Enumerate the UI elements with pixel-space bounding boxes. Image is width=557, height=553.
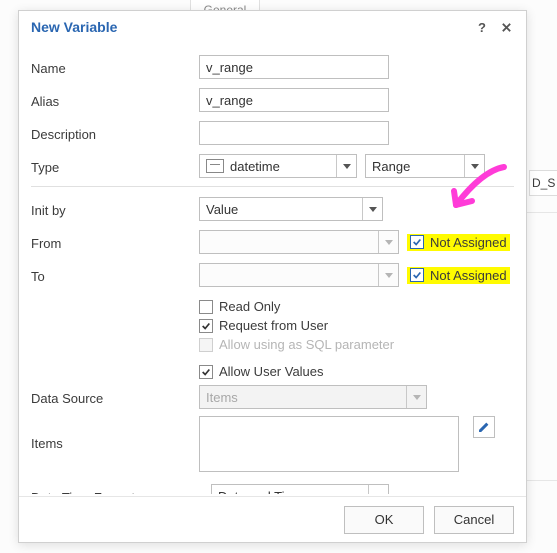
to-not-assigned-label: Not Assigned [430, 268, 507, 283]
type-scope-select[interactable]: Range [365, 154, 485, 178]
datasource-label: Data Source [31, 388, 199, 406]
cancel-label: Cancel [454, 512, 494, 527]
edit-items-button[interactable] [473, 416, 495, 438]
from-not-assigned-checkbox[interactable]: Not Assigned [410, 235, 507, 250]
read-only-label: Read Only [219, 299, 280, 314]
dialog-title: New Variable [31, 19, 117, 35]
dateformat-label: Date Time Format [31, 487, 211, 494]
initby-label: Init by [31, 200, 199, 218]
to-label: To [31, 266, 199, 284]
type-select-value: datetime [230, 159, 280, 174]
initby-select[interactable]: Value [199, 197, 383, 221]
allow-user-values-label: Allow User Values [219, 364, 324, 379]
to-select[interactable] [199, 263, 399, 287]
bg-grid-cell: D_S [529, 170, 557, 196]
separator [31, 186, 514, 187]
allow-sql-label: Allow using as SQL parameter [219, 337, 394, 352]
dateformat-select[interactable]: Date and Time [211, 484, 389, 494]
allow-user-values-checkbox[interactable]: Allow User Values [199, 364, 514, 379]
type-select[interactable]: datetime [199, 154, 357, 178]
from-select[interactable] [199, 230, 399, 254]
new-variable-dialog: New Variable ? Name Alias Description Ty… [18, 10, 527, 543]
type-scope-value: Range [372, 159, 410, 174]
cancel-button[interactable]: Cancel [434, 506, 514, 534]
description-input[interactable] [199, 121, 389, 145]
dialog-body: Name Alias Description Type datetime Ran… [19, 45, 526, 494]
dropdown-icon [336, 155, 356, 177]
read-only-checkbox[interactable]: Read Only [199, 299, 514, 314]
alias-label: Alias [31, 91, 199, 109]
description-label: Description [31, 124, 199, 142]
dropdown-icon [362, 198, 382, 220]
titlebar: New Variable ? [19, 11, 526, 43]
alias-input[interactable] [199, 88, 389, 112]
dropdown-icon [464, 155, 484, 177]
items-label: Items [31, 416, 199, 451]
datetime-icon [206, 159, 224, 173]
ok-button[interactable]: OK [344, 506, 424, 534]
items-textarea[interactable] [199, 416, 459, 472]
name-input[interactable] [199, 55, 389, 79]
dropdown-icon [406, 386, 426, 408]
request-user-label: Request from User [219, 318, 328, 333]
dropdown-icon [378, 264, 398, 286]
close-button[interactable] [496, 17, 516, 37]
allow-sql-checkbox: Allow using as SQL parameter [199, 337, 514, 352]
close-icon [501, 22, 512, 33]
from-not-assigned-label: Not Assigned [430, 235, 507, 250]
dropdown-icon [378, 231, 398, 253]
datasource-value: Items [206, 390, 238, 405]
to-not-assigned-highlight: Not Assigned [407, 267, 510, 284]
type-label: Type [31, 157, 199, 175]
dateformat-value: Date and Time [218, 489, 303, 495]
help-button[interactable]: ? [472, 17, 492, 37]
datasource-select: Items [199, 385, 427, 409]
dialog-footer: OK Cancel [19, 496, 526, 542]
dropdown-icon [368, 485, 388, 494]
name-label: Name [31, 58, 199, 76]
ok-label: OK [375, 512, 394, 527]
from-not-assigned-highlight: Not Assigned [407, 234, 510, 251]
request-user-checkbox[interactable]: Request from User [199, 318, 514, 333]
from-label: From [31, 233, 199, 251]
initby-value: Value [206, 202, 238, 217]
pencil-icon [478, 421, 490, 433]
to-not-assigned-checkbox[interactable]: Not Assigned [410, 268, 507, 283]
